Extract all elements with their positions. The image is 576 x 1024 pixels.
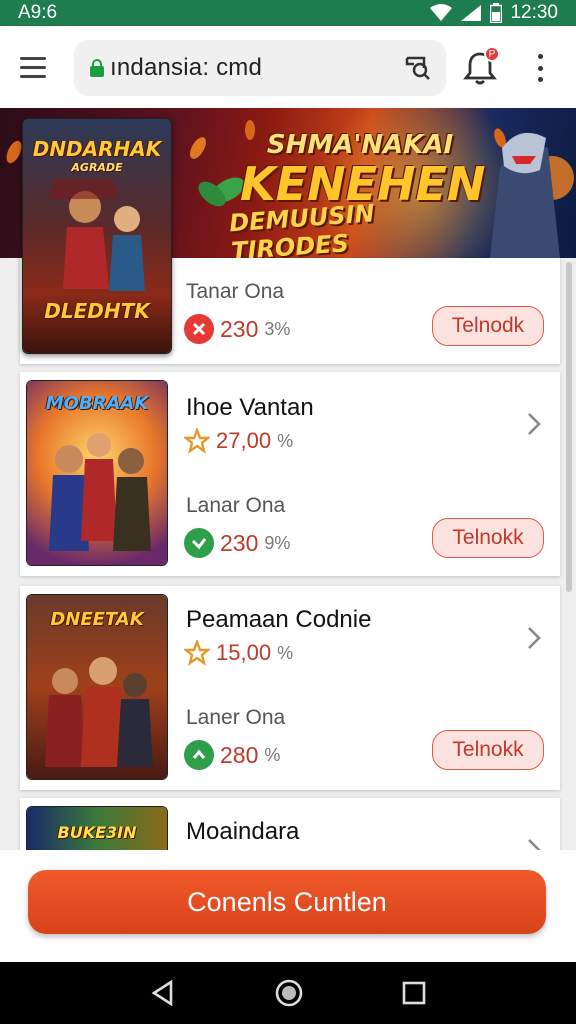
item-price: 230 9% [184, 528, 290, 558]
url-text: ındansia: cmd [110, 54, 263, 81]
system-nav-bar [0, 962, 576, 1024]
signal-icon [461, 5, 482, 21]
notification-badge: P [484, 46, 500, 62]
star-icon [184, 428, 210, 454]
status-time-right: 12:30 [510, 2, 558, 23]
chevron-right-icon[interactable] [524, 412, 544, 436]
item-price-suffix: 3% [264, 318, 291, 339]
item-rating: 27,00% [184, 428, 293, 454]
status-icons: 12:30 [430, 2, 558, 24]
close-circle-icon [184, 314, 214, 344]
chevron-right-icon[interactable] [524, 626, 544, 650]
item-cta-button[interactable]: Telnodk [432, 306, 544, 346]
lock-icon [90, 59, 104, 77]
poster-title-top: DNDARHAK [32, 137, 162, 161]
url-bar[interactable]: ındansia: cmd [74, 40, 446, 96]
item-thumbnail: MOBRAAK [26, 380, 168, 566]
item-thumbnail: DNEETAK [26, 594, 168, 780]
primary-action-button[interactable]: Conenls Cuntlen [28, 870, 546, 934]
item-title: Moaindara [186, 818, 300, 845]
star-icon [184, 640, 210, 666]
item-price: 280% [184, 740, 280, 770]
status-time-left: A9:6 [18, 2, 58, 23]
thumbnail-logo: BUKE3IN [57, 823, 137, 842]
item-cta-button[interactable]: Telnokk [432, 518, 544, 558]
item-rating: 15,00% [184, 640, 293, 666]
item-price-value: 230 [220, 315, 259, 342]
list-item[interactable]: MOBRAAK Ihoe Vantan 27,00% Lanar Ona 230… [20, 372, 560, 576]
item-price-suffix: 9% [264, 532, 291, 553]
item-price-value: 280 [220, 741, 259, 768]
refresh-circle-icon [184, 740, 214, 770]
item-price-suffix: % [264, 744, 281, 765]
item-title: Peamaan Codnie [186, 606, 372, 633]
browser-toolbar: ındansia: cmd P [0, 26, 576, 108]
item-title: Ihoe Vantan [186, 394, 314, 421]
hamburger-menu-icon[interactable] [20, 52, 56, 82]
poster-title-bottom: DLEDHTK [44, 299, 150, 323]
item-rating-value: 27,00 [216, 428, 272, 453]
item-sub-label: Tanar Ona [186, 280, 285, 303]
item-rating-suffix: % [277, 430, 294, 451]
poster-subtitle: AGRADE [71, 161, 123, 174]
item-rating-suffix: % [277, 642, 294, 663]
battery-icon [490, 3, 503, 23]
status-bar: A9:6 12:30 [0, 0, 576, 26]
more-options-icon[interactable] [532, 54, 548, 82]
recents-icon[interactable] [401, 980, 427, 1006]
list-item[interactable]: BUKE3IN Moaindara [20, 798, 560, 858]
home-icon[interactable] [274, 978, 304, 1008]
back-icon[interactable] [149, 979, 177, 1007]
scrollbar[interactable] [566, 262, 572, 592]
check-circle-icon [184, 528, 214, 558]
item-cta-button[interactable]: Telnokk [432, 730, 544, 770]
wifi-icon [430, 4, 453, 21]
item-sub-label: Laner Ona [186, 706, 286, 729]
item-rating-value: 15,00 [216, 640, 272, 665]
featured-poster[interactable]: DNDARHAK AGRADE DLEDHTK [22, 118, 172, 354]
list-item[interactable]: DNEETAK Peamaan Codnie 15,00% Laner Ona … [20, 586, 560, 790]
item-sub-label: Lanar Ona [186, 494, 286, 517]
thumbnail-logo: MOBRAAK [45, 393, 149, 414]
bottom-action-area: Conenls Cuntlen [0, 850, 576, 962]
thumbnail-logo: DNEETAK [50, 609, 144, 630]
item-price-value: 230 [220, 529, 259, 556]
banner-line-1: SHMA'NAKAI [266, 130, 454, 160]
notifications-bell-icon[interactable]: P [462, 46, 500, 86]
item-price: 230 3% [184, 314, 290, 344]
search-tag-icon[interactable] [404, 54, 432, 82]
